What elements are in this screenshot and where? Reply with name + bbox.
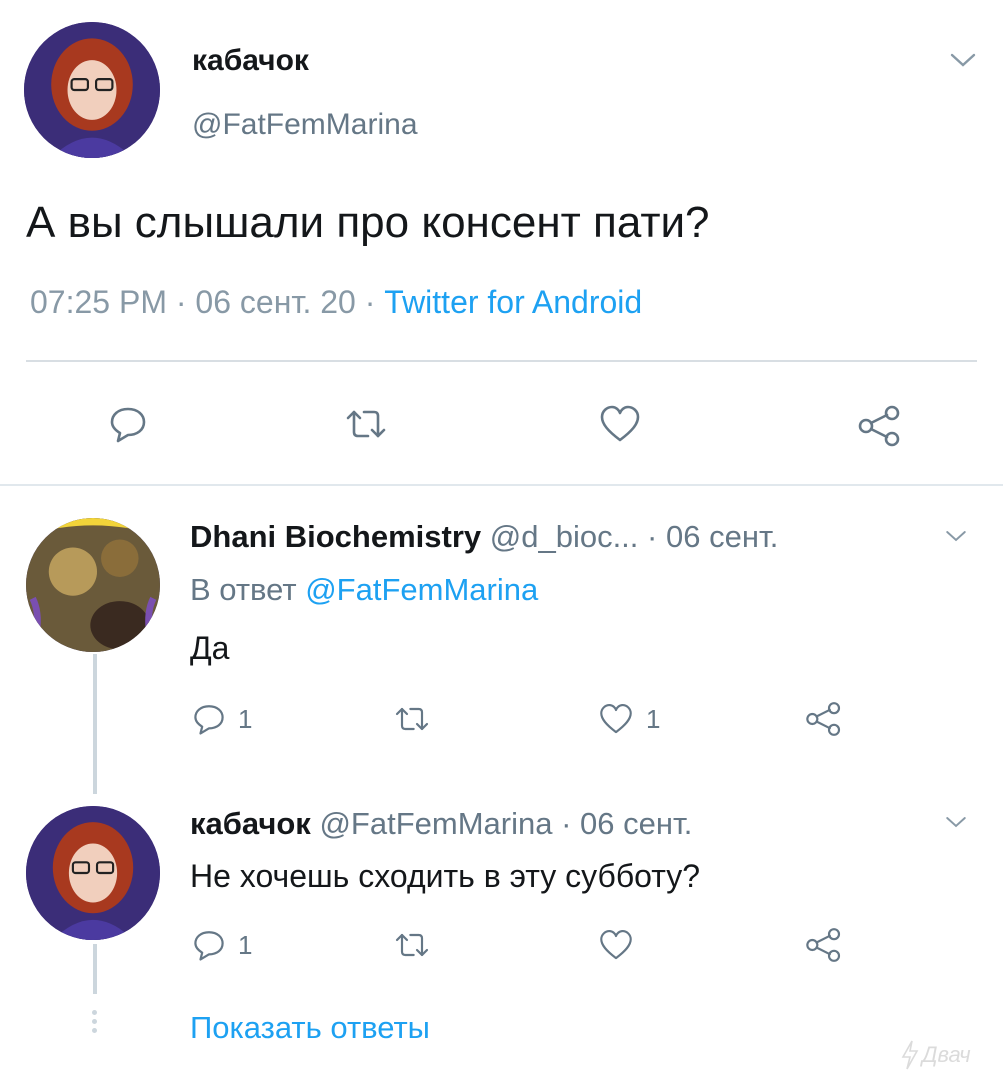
tweet-date: 06 сент. 20 xyxy=(195,284,356,320)
retweet-icon xyxy=(395,707,429,731)
retweet-button[interactable] xyxy=(392,702,432,736)
share-button[interactable] xyxy=(856,404,904,448)
watermark-text: Двач xyxy=(922,1042,971,1067)
like-button[interactable] xyxy=(598,928,634,962)
avatar-image xyxy=(24,22,160,158)
reply-count: 1 xyxy=(238,929,253,960)
reply-icon xyxy=(110,407,146,443)
tweet-date[interactable]: 06 сент. xyxy=(580,806,692,841)
avatar[interactable] xyxy=(26,806,160,940)
reply-button[interactable] xyxy=(108,404,148,444)
reply-context: В ответ @FatFemMarina xyxy=(190,572,538,608)
more-menu[interactable] xyxy=(948,50,978,75)
reply-header: кабачок @FatFemMarina · 06 сент. xyxy=(190,806,692,842)
thread-dots xyxy=(90,1010,98,1033)
divider xyxy=(26,360,977,362)
share-icon xyxy=(858,405,900,447)
share-icon xyxy=(806,702,841,736)
share-icon xyxy=(806,928,841,962)
chevron-down-icon xyxy=(946,531,966,542)
thread-line xyxy=(93,944,97,994)
author-name[interactable]: кабачок xyxy=(190,806,311,841)
meta-separator: · xyxy=(647,519,658,554)
avatar[interactable] xyxy=(26,518,160,652)
author-name[interactable]: Dhani Biochemistry xyxy=(190,519,481,554)
tweet-text: А вы слышали про консент пати? xyxy=(26,198,710,247)
tweet-text: Да xyxy=(190,630,230,666)
show-replies-link[interactable]: Показать ответы xyxy=(190,1010,430,1046)
watermark: Двач xyxy=(900,1040,971,1070)
reply-icon xyxy=(194,705,224,735)
retweet-icon xyxy=(346,410,386,438)
reply-header: Dhani Biochemistry @d_bioc... · 06 сент. xyxy=(190,519,778,555)
reply-button[interactable]: 1 xyxy=(192,928,252,962)
more-menu[interactable] xyxy=(944,814,968,835)
reply-count: 1 xyxy=(238,703,253,734)
like-count: 1 xyxy=(646,703,661,734)
reply-to-handle[interactable]: @FatFemMarina xyxy=(305,572,538,607)
heart-icon xyxy=(600,704,632,734)
reply-button[interactable]: 1 xyxy=(192,702,252,736)
chevron-down-icon xyxy=(946,817,966,828)
avatar[interactable] xyxy=(24,22,160,158)
more-menu[interactable] xyxy=(944,528,968,549)
lightning-icon xyxy=(901,1040,919,1070)
author-handle[interactable]: @FatFemMarina xyxy=(319,806,552,841)
avatar-image xyxy=(26,806,160,940)
author-name[interactable]: кабачок xyxy=(192,44,309,78)
share-button[interactable] xyxy=(804,700,844,738)
reply-icon xyxy=(194,931,224,961)
retweet-icon xyxy=(395,933,429,957)
tweet-time: 07:25 PM xyxy=(30,284,167,320)
retweet-button[interactable] xyxy=(392,928,432,962)
tweet-text: Не хочешь сходить в эту субботу? xyxy=(190,858,701,894)
heart-icon xyxy=(600,405,640,442)
like-button[interactable]: 1 xyxy=(598,702,660,736)
author-handle[interactable]: @d_bioc... xyxy=(490,519,639,554)
heart-icon xyxy=(600,930,632,960)
thread-line xyxy=(93,654,97,794)
meta-separator: · xyxy=(561,806,572,841)
chevron-down-icon xyxy=(950,53,976,67)
avatar-image xyxy=(26,518,160,652)
meta-separator: · xyxy=(364,284,376,320)
meta-separator: · xyxy=(175,284,187,320)
reply-to-label: В ответ xyxy=(190,572,297,607)
tweet-meta: 07:25 PM · 06 сент. 20 · Twitter for And… xyxy=(30,284,642,321)
author-handle[interactable]: @FatFemMarina xyxy=(192,108,418,142)
retweet-button[interactable] xyxy=(342,404,390,444)
tweet-date[interactable]: 06 сент. xyxy=(666,519,778,554)
like-button[interactable] xyxy=(598,404,642,444)
tweet-source-link[interactable]: Twitter for Android xyxy=(384,284,642,320)
share-button[interactable] xyxy=(804,926,844,964)
divider xyxy=(0,484,1003,486)
